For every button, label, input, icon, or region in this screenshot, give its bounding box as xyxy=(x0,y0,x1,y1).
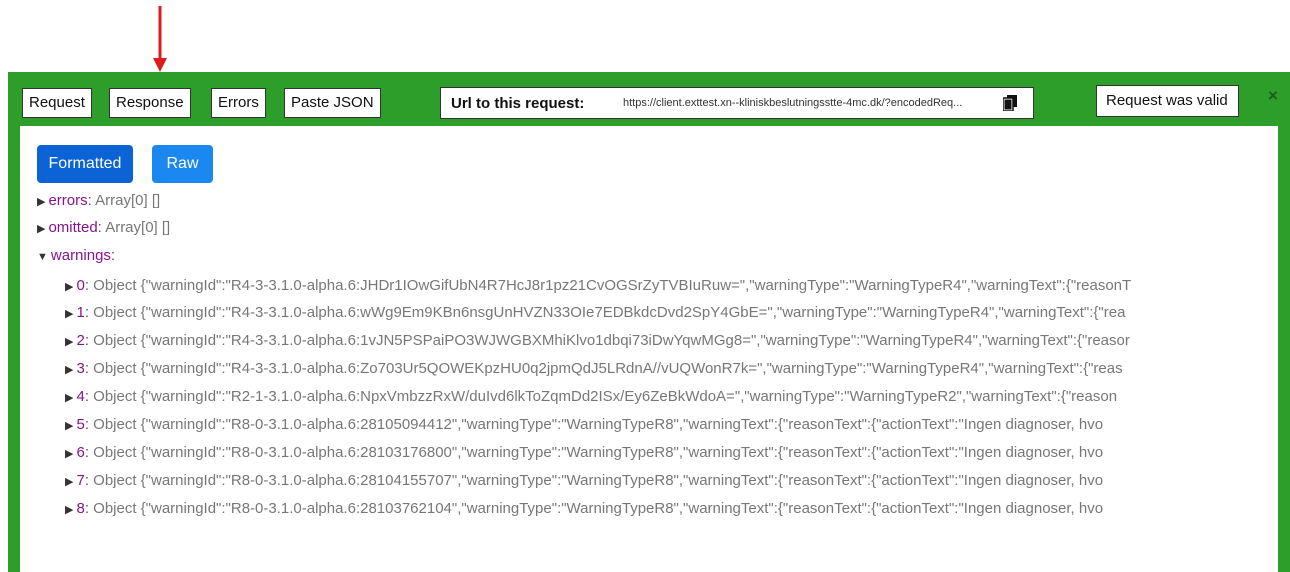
tree-node-warnings[interactable]: ▼ warnings: xyxy=(37,247,115,264)
expand-triangle-icon[interactable]: ▶ xyxy=(65,363,73,376)
request-status: Request was valid xyxy=(1096,85,1239,117)
errors-button[interactable]: Errors xyxy=(211,88,266,118)
url-label: Url to this request: xyxy=(451,95,585,112)
expand-triangle-icon[interactable]: ▶ xyxy=(65,307,73,320)
list-item[interactable]: ▶ 7: Object {"warningId":"R8-0-3.1.0-alph… xyxy=(65,472,1103,489)
list-item[interactable]: ▶ 0: Object {"warningId":"R4-3-3.1.0-alph… xyxy=(65,277,1131,294)
debug-panel: Request Response Errors Paste JSON Url t… xyxy=(8,72,1290,572)
raw-button[interactable]: Raw xyxy=(152,145,213,183)
paste-json-button[interactable]: Paste JSON xyxy=(284,88,381,118)
tree-node-omitted[interactable]: ▶ omitted: Array[0] [] xyxy=(37,219,170,236)
expand-triangle-icon[interactable]: ▶ xyxy=(65,419,73,432)
url-box: Url to this request: https://client.extt… xyxy=(440,87,1034,119)
tree-node-errors[interactable]: ▶ errors: Array[0] [] xyxy=(37,192,160,209)
request-button[interactable]: Request xyxy=(22,88,92,118)
list-item[interactable]: ▶ 5: Object {"warningId":"R8-0-3.1.0-alph… xyxy=(65,416,1103,433)
list-item[interactable]: ▶ 3: Object {"warningId":"R4-3-3.1.0-alph… xyxy=(65,360,1123,377)
formatted-button[interactable]: Formatted xyxy=(37,145,133,183)
annotation-arrow xyxy=(153,6,167,72)
expand-triangle-icon[interactable]: ▶ xyxy=(65,280,73,293)
expand-triangle-icon[interactable]: ▶ xyxy=(65,475,73,488)
expand-triangle-icon[interactable]: ▶ xyxy=(65,391,73,404)
list-item[interactable]: ▶ 6: Object {"warningId":"R8-0-3.1.0-alph… xyxy=(65,444,1103,461)
list-item[interactable]: ▶ 8: Object {"warningId":"R8-0-3.1.0-alph… xyxy=(65,500,1103,517)
close-icon[interactable]: × xyxy=(1268,86,1278,106)
list-item[interactable]: ▶ 1: Object {"warningId":"R4-3-3.1.0-alph… xyxy=(65,304,1125,321)
response-content: Formatted Raw ▶ errors: Array[0] [] ▶ omit… xyxy=(20,126,1278,572)
expand-triangle-icon[interactable]: ▶ xyxy=(37,222,45,235)
list-item[interactable]: ▶ 4: Object {"warningId":"R2-1-3.1.0-alph… xyxy=(65,388,1117,405)
list-item[interactable]: ▶ 2: Object {"warningId":"R4-3-3.1.0-alph… xyxy=(65,332,1130,349)
copy-icon[interactable] xyxy=(1003,95,1017,111)
expand-triangle-icon[interactable]: ▶ xyxy=(65,335,73,348)
expand-triangle-icon[interactable]: ▶ xyxy=(65,447,73,460)
url-value[interactable]: https://client.exttest.xn--kliniskbeslut… xyxy=(623,97,962,109)
expand-triangle-icon[interactable]: ▶ xyxy=(65,503,73,516)
expand-triangle-icon[interactable]: ▶ xyxy=(37,195,45,208)
response-button[interactable]: Response xyxy=(109,88,191,118)
collapse-triangle-icon[interactable]: ▼ xyxy=(37,251,48,263)
toolbar: Request Response Errors Paste JSON Url t… xyxy=(8,72,1290,126)
